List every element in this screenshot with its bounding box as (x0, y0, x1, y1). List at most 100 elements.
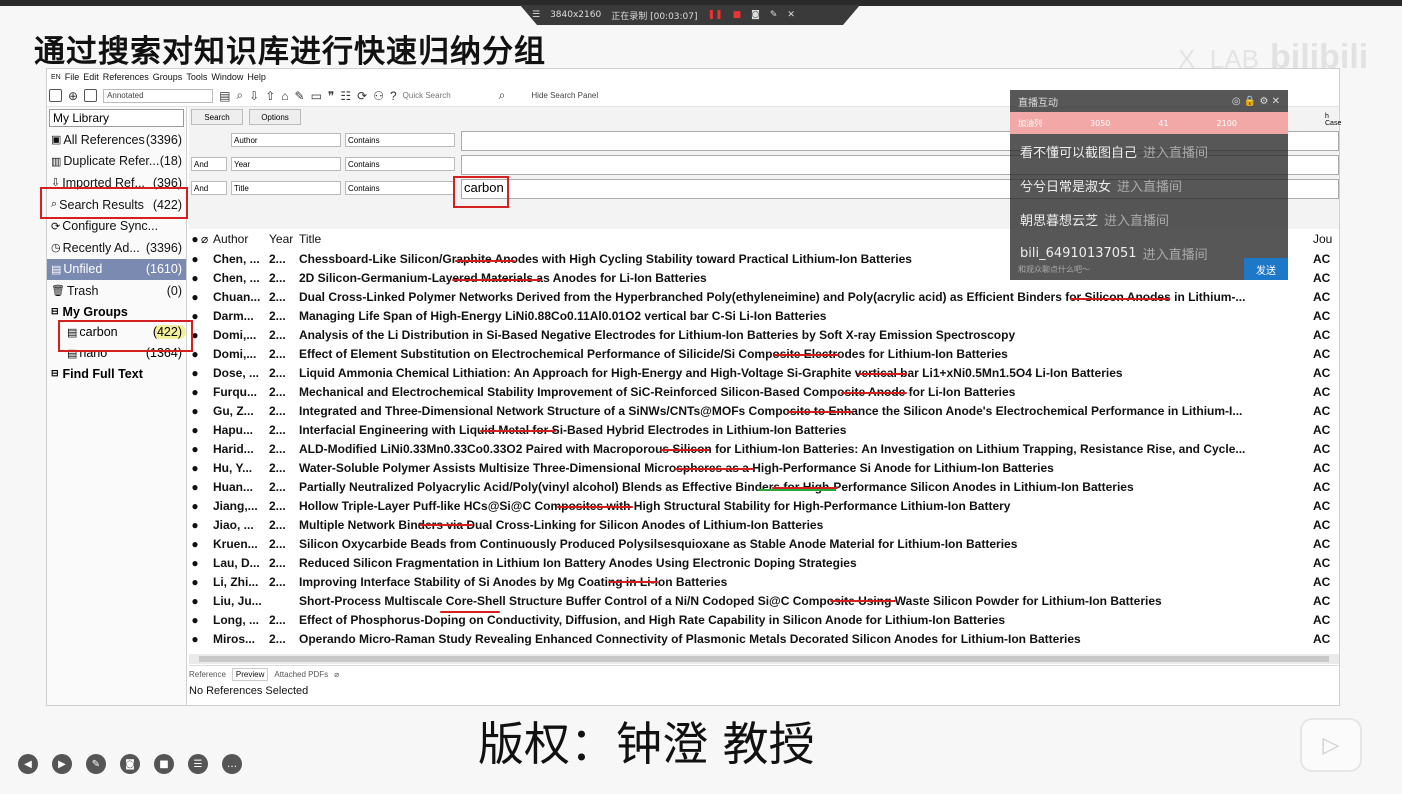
close-icon[interactable]: ✕ (1272, 96, 1280, 107)
table-row[interactable]: ● Hu, Y... 2... Water-Soluble Polymer Assis… (189, 458, 1339, 477)
prev-icon[interactable]: ◀ (18, 754, 38, 774)
field-select-3[interactable]: Title (231, 181, 341, 195)
share-icon[interactable]: ⚇ (373, 89, 384, 103)
help-icon[interactable]: ? (390, 89, 397, 103)
col-author[interactable]: Author (213, 232, 269, 246)
table-row[interactable]: ● Domi,... 2... Effect of Element Substitut… (189, 344, 1339, 363)
menu-icon[interactable]: ☰ (532, 10, 540, 20)
table-row[interactable]: ● Furqu... 2... Mechanical and Electrochemi… (189, 382, 1339, 401)
op-select-3[interactable]: Contains (345, 181, 455, 195)
table-row[interactable]: ● Kruen... 2... Silicon Oxycarbide Beads fr… (189, 534, 1339, 553)
settings-icon[interactable]: ⚙ (1259, 96, 1268, 107)
table-row[interactable]: ● Hapu... 2... Interfacial Engineering with… (189, 420, 1339, 439)
menu-help[interactable]: Help (247, 72, 266, 82)
tab-attached-pdfs[interactable]: Attached PDFs (274, 670, 328, 679)
sync-icon[interactable]: ⟳ (357, 89, 367, 103)
library-item-recent[interactable]: ◷ Recently Ad... (3396) (47, 237, 186, 259)
library-item-trash[interactable]: 🗑 Trash (0) (47, 280, 186, 302)
camera-icon[interactable]: ■ (154, 754, 174, 774)
menu-references[interactable]: References (103, 72, 149, 82)
local-library-icon[interactable] (49, 89, 62, 102)
collapse-icon[interactable]: ⊟ (51, 306, 59, 317)
menu-window[interactable]: Window (211, 72, 243, 82)
output-style-select[interactable]: Annotated (103, 88, 214, 103)
library-item-unfiled[interactable]: ▤ Unfiled (1610) (47, 258, 186, 281)
tab-preview[interactable]: Preview (231, 668, 269, 681)
horizontal-scrollbar[interactable] (189, 654, 1339, 664)
read-dot-icon: ● (191, 498, 199, 513)
export-icon[interactable]: ⇧ (265, 89, 275, 103)
cell-title: Short-Process Multiscale Core-Shell Stru… (299, 593, 1162, 608)
table-row[interactable]: ● Lau, D... 2... Reduced Silicon Fragmentat… (189, 553, 1339, 572)
table-row[interactable]: ● Chuan... 2... Dual Cross-Linked Polymer N… (189, 287, 1339, 306)
table-row[interactable]: ● Dose, ... 2... Liquid Ammonia Chemical Li… (189, 363, 1339, 382)
menu-bar: EN File Edit References Groups Tools Win… (47, 69, 1339, 85)
bool-select-2[interactable]: And (191, 157, 227, 171)
menu-groups[interactable]: Groups (153, 72, 183, 82)
table-row[interactable]: ● Harid... 2... ALD-Modified LiNi0.33Mn0.33… (189, 439, 1339, 458)
open-link-icon[interactable]: ⌂ (281, 89, 288, 103)
pin-icon[interactable]: ◎ (1232, 96, 1241, 107)
op-select-2[interactable]: Contains (345, 157, 455, 171)
screenshot-icon[interactable]: ◙ (120, 754, 140, 774)
attach-icon[interactable]: ⌀ (334, 670, 339, 679)
col-year[interactable]: Year (269, 232, 299, 246)
my-groups-header[interactable]: ⊟ My Groups (47, 302, 186, 322)
pause-icon[interactable]: ❚❚ (708, 10, 723, 20)
quick-search-input[interactable] (402, 91, 493, 100)
chat-input[interactable]: 和观众聊点什么吧～ 发送 (1010, 258, 1288, 280)
new-reference-icon[interactable]: ✎ (295, 89, 305, 103)
options-button[interactable]: Options (249, 109, 301, 125)
pen-icon[interactable]: ✎ (770, 10, 778, 20)
close-icon[interactable]: ✕ (787, 10, 795, 20)
bool-select-3[interactable]: And (191, 181, 227, 195)
field-select-1[interactable]: Author (231, 133, 341, 147)
pen-icon[interactable]: ✎ (86, 754, 106, 774)
tab-reference[interactable]: Reference (189, 670, 226, 679)
op-select-1[interactable]: Contains (345, 133, 455, 147)
collapse-icon[interactable]: ⊟ (51, 368, 59, 379)
col-journal[interactable]: Jou (1309, 232, 1339, 246)
table-row[interactable]: ● Jiao, ... 2... Multiple Network Binders v… (189, 515, 1339, 534)
table-row[interactable]: ● Li, Zhi... 2... Improving Interface Stabi… (189, 572, 1339, 591)
next-icon[interactable]: ▶ (52, 754, 72, 774)
cell-author: Darm... (213, 308, 254, 323)
comment-icon[interactable]: ☰ (188, 754, 208, 774)
library-item-all[interactable]: ▣ All References (3396) (47, 129, 186, 151)
send-button[interactable]: 发送 (1244, 258, 1288, 280)
find-fulltext-icon[interactable]: ⌕ (236, 88, 243, 103)
more-icon[interactable]: … (222, 754, 242, 774)
bilibili-tv-icon[interactable]: ▷ (1300, 718, 1362, 772)
field-select-2[interactable]: Year (231, 157, 341, 171)
table-row[interactable]: ● Jiang,... 2... Hollow Triple-Layer Puff-l… (189, 496, 1339, 515)
scrollbar-thumb[interactable] (199, 656, 1329, 662)
folder-icon[interactable]: ▭ (311, 89, 322, 103)
search-icon[interactable]: ⌕ (499, 88, 506, 103)
table-row[interactable]: ● Gu, Z... 2... Integrated and Three-Dimens… (189, 401, 1339, 420)
library-selector[interactable]: My Library (49, 109, 184, 127)
table-row[interactable]: ● Liu, Ju... Short-Process Multiscale Core… (189, 591, 1339, 610)
import-icon[interactable]: ⇩ (249, 89, 259, 103)
menu-edit[interactable]: Edit (83, 72, 99, 82)
menu-tools[interactable]: Tools (186, 72, 207, 82)
camera-icon[interactable]: ◙ (751, 10, 760, 20)
cell-journal: AC (1313, 536, 1331, 551)
stop-icon[interactable]: ■ (733, 10, 742, 20)
copy-formatted-icon[interactable]: ▤ (219, 89, 230, 103)
format-bibliography-icon[interactable]: ☷ (340, 89, 351, 103)
menu-file[interactable]: File (65, 72, 80, 82)
integrated-library-icon[interactable] (84, 89, 98, 102)
lock-icon[interactable]: 🔒 (1244, 96, 1256, 107)
search-button[interactable]: Search (191, 109, 243, 125)
table-row[interactable]: ● Domi,... 2... Analysis of the Li Distribu… (189, 325, 1339, 344)
cell-author: Chen, ... (213, 251, 260, 266)
find-full-text-header[interactable]: ⊟ Find Full Text (47, 364, 186, 384)
hide-search-panel-link[interactable]: Hide Search Panel (531, 91, 598, 100)
table-row[interactable]: ● Miros... 2... Operando Micro-Raman Study … (189, 629, 1339, 648)
table-row[interactable]: ● Long, ... 2... Effect of Phosphorus-Dopin… (189, 610, 1339, 629)
table-row[interactable]: ● Huan... 2... Partially Neutralized Polyac… (189, 477, 1339, 496)
insert-citation-icon[interactable]: ❞ (328, 89, 334, 103)
online-search-icon[interactable]: ⊕ (68, 89, 78, 103)
library-item-duplicates[interactable]: ▥ Duplicate Refer... (18) (47, 151, 186, 173)
table-row[interactable]: ● Darm... 2... Managing Life Span of High-E… (189, 306, 1339, 325)
